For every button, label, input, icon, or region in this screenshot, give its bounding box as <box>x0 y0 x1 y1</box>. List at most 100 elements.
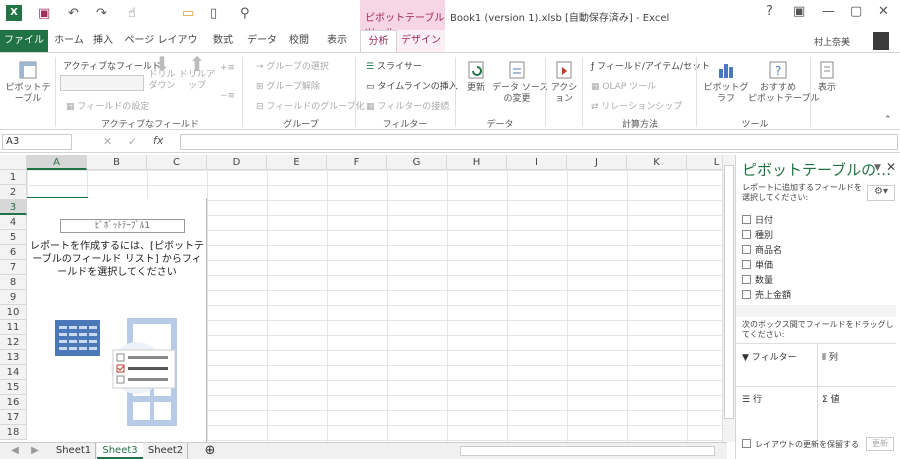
user-name[interactable]: 村上奈美 <box>814 35 850 48</box>
ribbon-display-icon[interactable]: ▣ <box>793 4 805 19</box>
ungroup-button[interactable]: ⊞ グループ解除 <box>256 79 320 92</box>
field-checkbox[interactable] <box>742 260 751 269</box>
field-checkbox[interactable] <box>742 275 751 284</box>
collapse-field-icon[interactable]: −≡ <box>220 91 235 101</box>
columns-area[interactable]: ⦀ 列 <box>822 350 838 363</box>
close-icon[interactable]: ✕ <box>878 4 889 19</box>
row-header[interactable]: 14 <box>0 365 27 380</box>
undo-icon[interactable]: ↶ <box>68 6 79 21</box>
sheet-tab-3[interactable]: Sheet3 <box>97 443 143 459</box>
preview-icon[interactable]: ⚲ <box>240 6 250 21</box>
field-checkbox[interactable] <box>742 290 751 299</box>
open-icon[interactable]: ▭ <box>182 6 194 21</box>
pivottable-button[interactable]: ピボットテーブル <box>2 59 54 105</box>
new-icon[interactable]: ▯ <box>210 6 217 21</box>
pane-options-icon[interactable]: ▼ <box>874 163 881 173</box>
field-item[interactable]: 商品名 <box>742 243 782 256</box>
enter-icon[interactable]: ✓ <box>128 135 137 148</box>
tab-file[interactable]: ファイル <box>0 30 48 52</box>
column-header[interactable]: B <box>87 155 147 170</box>
rows-area[interactable]: ☰ 行 <box>742 392 762 405</box>
field-item[interactable]: 売上金額 <box>742 288 791 301</box>
scroll-left-icon[interactable]: ◀ <box>8 443 22 459</box>
row-header[interactable]: 4 <box>0 215 27 230</box>
pivotchart-button[interactable]: ピボットグラフ <box>700 59 752 105</box>
minimize-icon[interactable]: — <box>822 4 835 19</box>
insert-function-icon[interactable]: fx <box>153 134 163 147</box>
row-header[interactable]: 1 <box>0 170 27 185</box>
spreadsheet-grid[interactable]: ABCDEFGHIJKL 1 2 3 4 5 6 7 8 9 10 11 12 13 14 15 16 17 18… <box>0 155 727 442</box>
row-header[interactable]: 2 <box>0 185 27 200</box>
row-header[interactable]: 8 <box>0 275 27 290</box>
column-header[interactable]: K <box>627 155 687 170</box>
row-header[interactable]: 11 <box>0 320 27 335</box>
column-header[interactable]: J <box>567 155 627 170</box>
drill-up-button[interactable]: ⬆ ドリルアップ <box>178 54 216 92</box>
add-sheet-icon[interactable]: ⊕ <box>200 443 220 459</box>
row-header[interactable]: 13 <box>0 350 27 365</box>
vertical-scrollbar[interactable] <box>722 155 735 442</box>
avatar[interactable] <box>873 32 889 50</box>
help-icon[interactable]: ? <box>766 4 773 19</box>
row-header[interactable]: 18 <box>0 425 27 440</box>
filters-area[interactable]: ▼ フィルター <box>742 350 797 363</box>
field-checkbox[interactable] <box>742 215 751 224</box>
select-all-corner[interactable] <box>0 155 27 170</box>
row-header[interactable]: 5 <box>0 230 27 245</box>
gear-icon[interactable]: ⚙▾ <box>867 185 895 201</box>
update-button[interactable]: 更新 <box>866 437 894 451</box>
actions-button[interactable]: アクション <box>548 59 580 105</box>
horizontal-scrollbar[interactable] <box>460 446 715 456</box>
row-header[interactable]: 17 <box>0 410 27 425</box>
tab-view[interactable]: 表示 <box>320 30 354 52</box>
slicer-button[interactable]: ☰ スライサー <box>366 59 422 72</box>
redo-icon[interactable]: ↷ <box>96 6 107 21</box>
sheet-tab-2[interactable]: Sheet2 <box>144 443 188 459</box>
cancel-icon[interactable]: ✕ <box>103 135 112 148</box>
expand-field-icon[interactable]: +≡ <box>220 63 235 73</box>
defer-update-checkbox[interactable]: レイアウトの更新を保留する <box>742 439 859 450</box>
column-header[interactable]: F <box>327 155 387 170</box>
touch-mode-icon[interactable]: ☝ <box>128 6 136 21</box>
field-settings-button[interactable]: ▦ フィールドの設定 <box>66 99 149 112</box>
row-header[interactable]: 10 <box>0 305 27 320</box>
recommended-pivottables-button[interactable]: ? おすすめ ピボットテーブル <box>748 59 819 105</box>
olap-tools-button[interactable]: ▦ OLAP ツール <box>591 79 656 92</box>
column-header[interactable]: C <box>147 155 207 170</box>
field-checkbox[interactable] <box>742 230 751 239</box>
column-header[interactable]: I <box>507 155 567 170</box>
row-header[interactable]: 16 <box>0 395 27 410</box>
name-box[interactable]: A3 <box>2 134 72 150</box>
field-item[interactable]: 数量 <box>742 273 773 286</box>
timeline-button[interactable]: ▭ タイムラインの挿入 <box>366 79 458 92</box>
group-field-button[interactable]: ⊟ フィールドのグループ化 <box>256 99 365 112</box>
tab-page-layout[interactable]: ページ レイアウト <box>120 30 202 68</box>
tab-home[interactable]: ホーム <box>52 30 86 52</box>
group-selection-button[interactable]: → グループの選択 <box>256 59 329 72</box>
field-item[interactable]: 種別 <box>742 228 773 241</box>
collapse-ribbon-icon[interactable]: ⌃ <box>884 115 892 125</box>
field-item[interactable]: 単価 <box>742 258 773 271</box>
restore-icon[interactable]: ▢ <box>850 4 862 19</box>
scroll-right-icon[interactable]: ▶ <box>28 443 42 459</box>
column-header[interactable]: G <box>387 155 447 170</box>
show-button[interactable]: 表示 <box>812 59 842 94</box>
row-header[interactable]: 12 <box>0 335 27 350</box>
formula-input[interactable] <box>180 134 898 150</box>
pivot-placeholder[interactable]: ﾋﾟﾎﾞｯﾄﾃｰﾌﾞﾙ1 レポートを作成するには、[ピボットテーブルのフィールド… <box>27 198 207 442</box>
column-header[interactable]: E <box>267 155 327 170</box>
sheet-tab-1[interactable]: Sheet1 <box>52 443 96 459</box>
values-area[interactable]: Σ 値 <box>822 392 840 405</box>
relationships-button[interactable]: ⇄ リレーションシップ <box>591 99 682 112</box>
tab-insert[interactable]: 挿入 <box>88 30 118 52</box>
row-header[interactable]: 15 <box>0 380 27 395</box>
row-header[interactable]: 3 <box>0 200 27 215</box>
field-item[interactable]: 日付 <box>742 213 773 226</box>
active-field-input[interactable] <box>60 75 144 91</box>
tab-design[interactable]: デザイン <box>398 30 444 52</box>
filter-connections-button[interactable]: ▦ フィルターの接続 <box>366 99 449 112</box>
field-checkbox[interactable] <box>742 245 751 254</box>
column-header[interactable]: L <box>687 155 727 170</box>
drill-down-button[interactable]: ⬇ ドリル ダウン <box>148 54 176 92</box>
refresh-button[interactable]: 更新 <box>460 59 492 94</box>
